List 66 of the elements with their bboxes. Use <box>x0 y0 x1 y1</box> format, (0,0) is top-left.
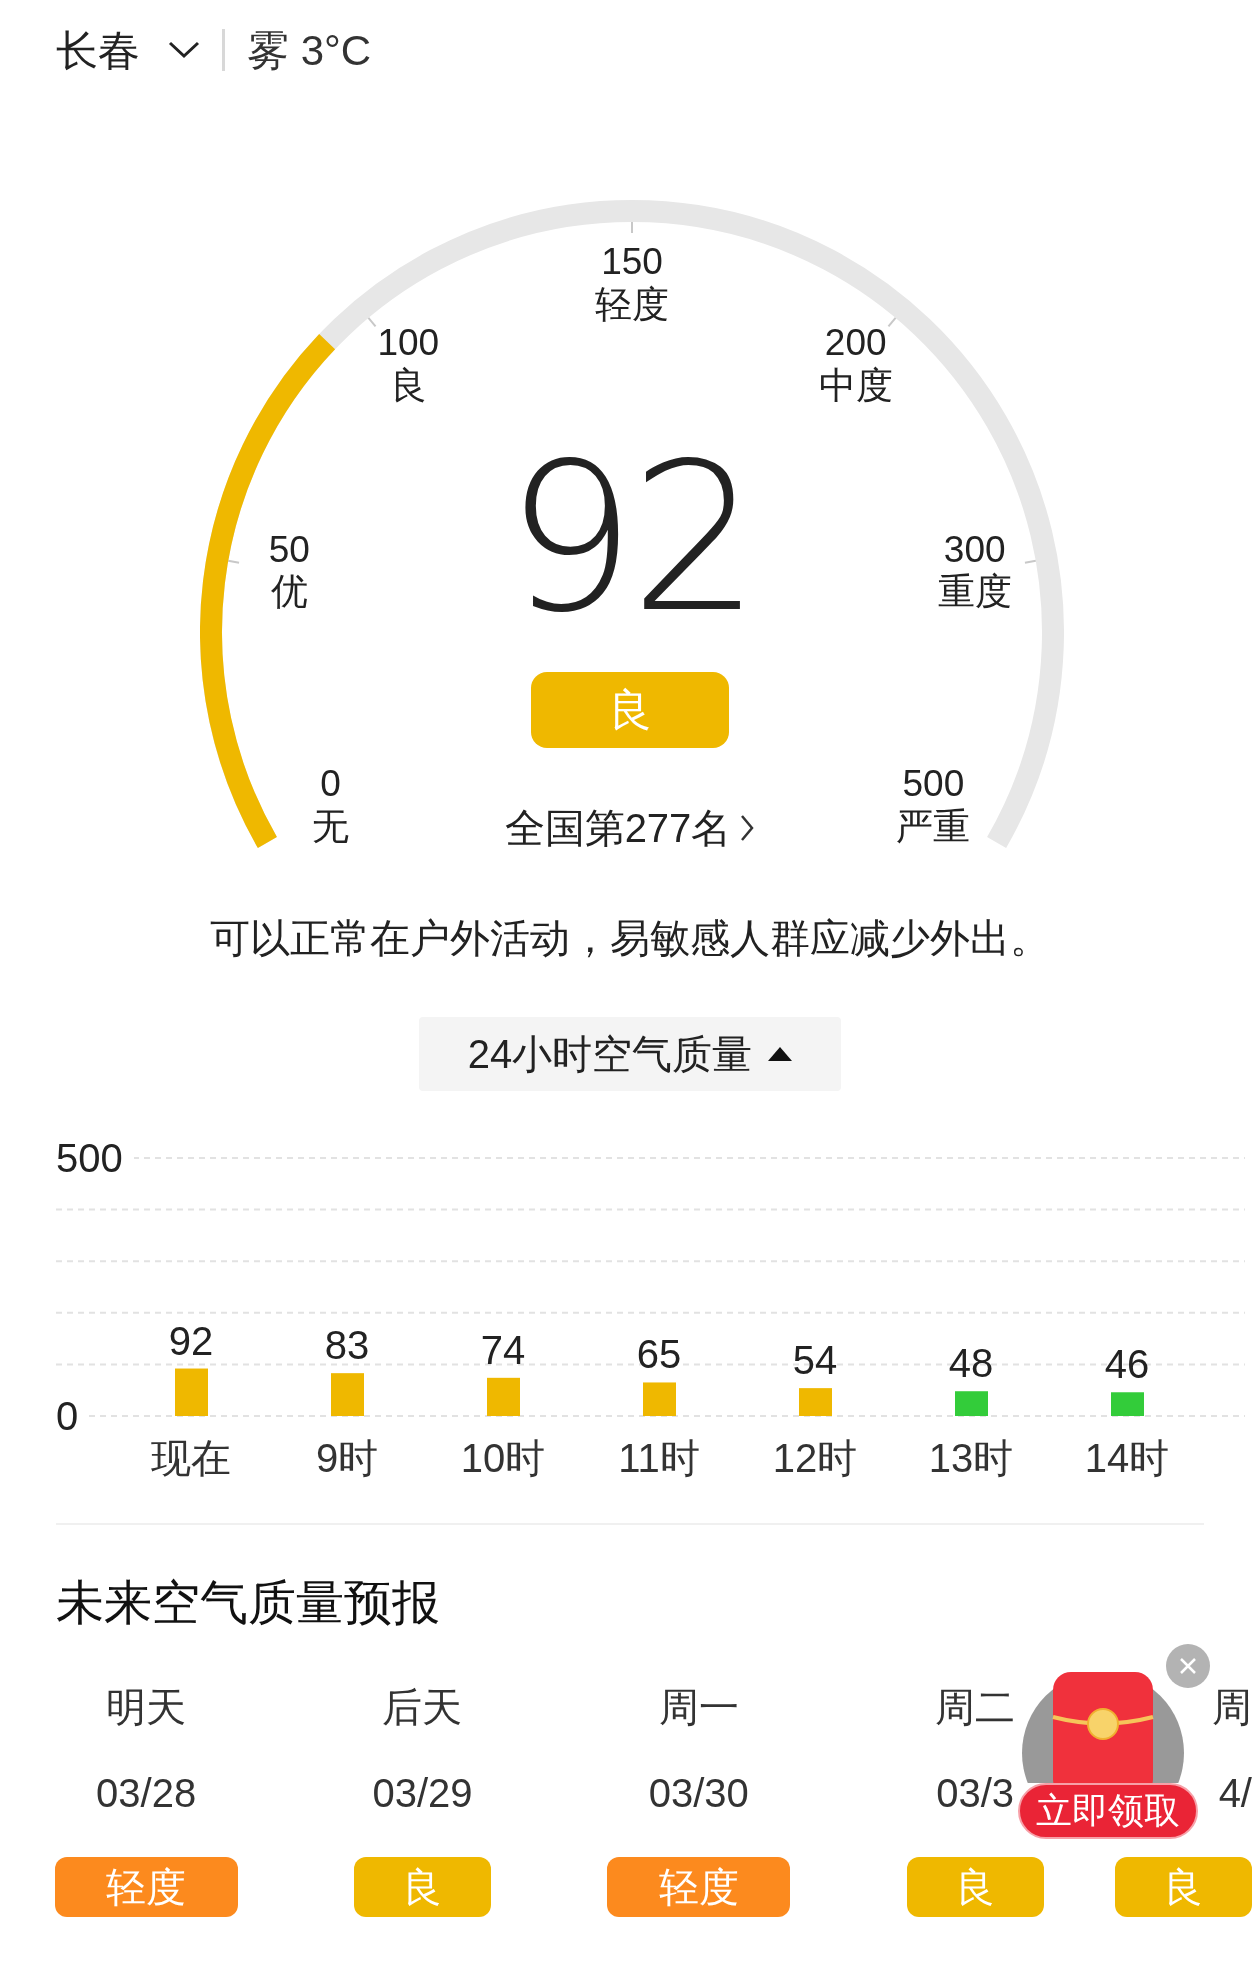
axis-label: 500 <box>56 1136 123 1180</box>
forecast-day: 周 <box>1212 1679 1252 1735</box>
hour-label: 13时 <box>928 1436 1014 1480</box>
hour-label: 现在 <box>151 1436 231 1480</box>
close-button[interactable] <box>1166 1644 1210 1688</box>
hour-label: 11时 <box>618 1436 700 1480</box>
forecast-date: 03/3 <box>936 1770 1015 1817</box>
gauge-tick-value: 150 <box>601 241 663 284</box>
chevron-right-icon <box>739 813 756 843</box>
bar <box>175 1368 208 1416</box>
forecast-grade-badge: 轻度 <box>607 1857 791 1917</box>
gauge-tick-label: 重度 <box>937 571 1012 615</box>
axis-label: 0 <box>56 1394 79 1438</box>
hour-label: 12时 <box>772 1436 858 1480</box>
gauge-tick-value: 0 <box>320 763 341 806</box>
gauge-tick-value: 500 <box>902 763 965 806</box>
aqi-value: 92 <box>505 418 755 658</box>
hourly-toggle[interactable]: 24小时空气质量 <box>419 1017 841 1091</box>
bar-value-label: 65 <box>636 1332 682 1377</box>
forecast-day: 周一 <box>658 1679 739 1735</box>
gauge-tick-label: 轻度 <box>595 284 669 327</box>
gauge-tick-label: 良 <box>389 365 427 408</box>
gauge-tick-value: 300 <box>943 529 1006 572</box>
bar-value-label: 83 <box>324 1323 370 1368</box>
gauge-tick-label: 优 <box>270 571 308 615</box>
forecast-day: 明天 <box>106 1679 187 1735</box>
health-advice: 可以正常在户外活动，易敏感人群应减少外出。 <box>209 915 1051 962</box>
forecast-date: 4/ <box>1218 1770 1252 1817</box>
bar-value-label: 54 <box>792 1338 838 1383</box>
national-rank-link[interactable]: 全国第277名 <box>504 798 756 858</box>
forecast-day: 周二 <box>935 1679 1016 1735</box>
bar <box>955 1391 988 1416</box>
gauge-tick-value: 200 <box>824 322 887 366</box>
hour-label: 10时 <box>460 1436 546 1480</box>
gauge-tick-label: 无 <box>312 806 350 849</box>
bar-value-label: 46 <box>1104 1342 1150 1387</box>
bar <box>487 1377 520 1416</box>
bar <box>331 1373 364 1416</box>
bar-value-label: 74 <box>480 1327 526 1372</box>
gauge-tick-label: 中度 <box>818 365 893 408</box>
gauge-tick-value: 50 <box>268 529 310 572</box>
forecast-grade-badge: 良 <box>354 1857 491 1917</box>
hour-label: 9时 <box>315 1436 379 1480</box>
chevron-down-icon <box>168 41 200 59</box>
caret-up-icon <box>768 1047 793 1061</box>
city-selector[interactable]: 长春 <box>56 18 200 82</box>
gauge-tick-value: 100 <box>377 322 440 366</box>
claim-button[interactable]: 立即领取 <box>1018 1783 1198 1839</box>
bar-value-label: 48 <box>948 1341 994 1386</box>
close-icon <box>1179 1657 1197 1675</box>
forecast-date: 03/29 <box>372 1770 473 1817</box>
aqi-grade-badge: 良 <box>531 672 729 748</box>
weather-summary: 雾 3°C <box>247 25 372 76</box>
bar <box>643 1382 676 1416</box>
bar <box>1111 1392 1144 1416</box>
bar <box>799 1388 832 1416</box>
forecast-title: 未来空气质量预报 <box>55 1575 441 1631</box>
bar-value-label: 92 <box>168 1318 214 1363</box>
forecast-date: 03/28 <box>96 1770 197 1817</box>
forecast-date: 03/30 <box>648 1770 749 1817</box>
forecast-grade-badge: 轻度 <box>54 1857 238 1917</box>
forecast-grade-badge: 良 <box>1115 1857 1252 1917</box>
gauge-tick-label: 严重 <box>896 806 971 849</box>
hour-label: 14时 <box>1084 1436 1170 1480</box>
forecast-grade-badge: 良 <box>906 1857 1044 1917</box>
forecast-day: 后天 <box>382 1679 463 1735</box>
